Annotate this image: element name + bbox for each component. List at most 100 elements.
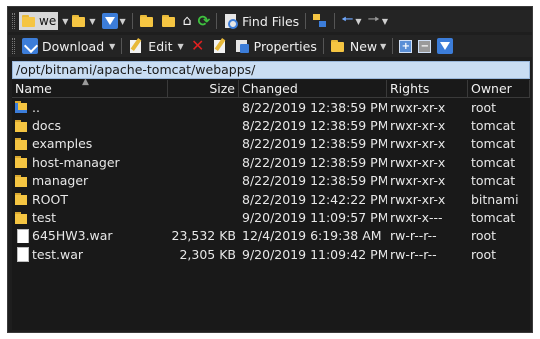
file-owner: root bbox=[471, 228, 497, 244]
root-directory-button[interactable] bbox=[158, 11, 180, 31]
file-name: 645HW3.war bbox=[32, 228, 113, 244]
refresh-button[interactable]: ⟳ bbox=[195, 11, 214, 31]
toolbar-grip[interactable] bbox=[12, 13, 15, 29]
tree-view-button[interactable] bbox=[309, 11, 331, 31]
path-bar[interactable]: /opt/bitnami/apache-tomcat/webapps/ bbox=[12, 61, 530, 79]
file-owner: tomcat bbox=[471, 154, 516, 170]
file-rights: rw-r--r-- bbox=[390, 246, 437, 262]
find-files-button[interactable]: Find Files bbox=[220, 11, 302, 31]
edit-label: Edit bbox=[148, 38, 173, 54]
properties-label: Properties bbox=[253, 38, 317, 54]
file-rights: rwxr-xr-x bbox=[390, 136, 446, 152]
chevron-down-icon: ▼ bbox=[177, 41, 184, 51]
file-name-cell: test bbox=[12, 210, 168, 225]
file-row[interactable]: .. 8/22/2019 12:38:59 PM rwxr-xr-x root bbox=[12, 98, 530, 116]
arrow-right-icon: 🠖 bbox=[367, 12, 380, 28]
file-changed: 8/22/2019 12:38:59 PM bbox=[242, 154, 387, 170]
file-row[interactable]: test 9/20/2019 11:09:57 PM rwxr-x--- tom… bbox=[12, 208, 530, 226]
parent-directory-button[interactable] bbox=[136, 11, 158, 31]
folder-icon bbox=[15, 211, 29, 225]
toolbar-separator bbox=[334, 13, 336, 29]
filter-button[interactable]: ▼ bbox=[99, 11, 129, 31]
download-icon bbox=[22, 38, 38, 54]
folder-icon bbox=[15, 174, 29, 188]
file-row[interactable]: ROOT 8/22/2019 12:42:22 PM rwxr-xr-x bit… bbox=[12, 190, 530, 208]
file-changed: 8/22/2019 12:38:59 PM bbox=[242, 173, 387, 189]
folder-icon bbox=[15, 119, 29, 133]
file-row[interactable]: docs 8/22/2019 12:38:59 PM rwxr-xr-x tom… bbox=[12, 116, 530, 134]
file-owner: root bbox=[471, 246, 497, 262]
file-changed: 9/20/2019 11:09:57 PM bbox=[242, 210, 387, 226]
file-row[interactable]: manager 8/22/2019 12:38:59 PM rwxr-xr-x … bbox=[12, 172, 530, 190]
toolbar-grip[interactable] bbox=[12, 38, 15, 54]
file-changed: 8/22/2019 12:42:22 PM bbox=[242, 191, 387, 207]
file-owner: tomcat bbox=[471, 118, 516, 134]
home-directory-button[interactable]: ⌂ bbox=[180, 11, 195, 31]
properties-icon bbox=[234, 38, 250, 54]
chevron-down-icon: ▼ bbox=[109, 41, 116, 51]
file-name: docs bbox=[32, 118, 61, 134]
file-row[interactable]: host-manager 8/22/2019 12:38:59 PM rwxr-… bbox=[12, 153, 530, 171]
file-row[interactable]: test.war 2,305 KB 9/20/2019 11:09:42 PM … bbox=[12, 245, 530, 263]
edit-icon bbox=[128, 38, 144, 54]
file-row[interactable]: examples 8/22/2019 12:38:59 PM rwxr-xr-x… bbox=[12, 135, 530, 153]
file-name: manager bbox=[32, 173, 89, 189]
file-rights: rwxr-xr-x bbox=[390, 118, 446, 134]
rename-icon bbox=[212, 38, 228, 54]
file-name-cell: docs bbox=[12, 118, 168, 133]
new-label: New bbox=[349, 38, 378, 54]
column-header-rights[interactable]: Rights bbox=[387, 80, 468, 97]
select-files-button[interactable]: + bbox=[396, 36, 415, 56]
drive-selector[interactable]: we bbox=[19, 12, 59, 30]
chevron-down-icon: ▼ bbox=[89, 16, 96, 26]
file-list[interactable]: Name ▲ Size Changed Rights Owner .. 8/22… bbox=[12, 77, 530, 330]
column-header-owner[interactable]: Owner bbox=[468, 80, 530, 97]
column-header-size[interactable]: Size bbox=[168, 80, 239, 97]
file-owner: tomcat bbox=[471, 173, 516, 189]
delete-icon: ✕ bbox=[190, 36, 205, 55]
file-changed: 8/22/2019 12:38:59 PM bbox=[242, 136, 387, 152]
new-button[interactable]: New ▼ bbox=[327, 36, 389, 56]
filter-icon bbox=[101, 13, 118, 29]
arrow-left-icon: 🠔 bbox=[341, 12, 354, 28]
file-rights: rwxr-xr-x bbox=[390, 191, 446, 207]
folder-icon bbox=[15, 155, 29, 169]
toolbar-separator bbox=[305, 13, 307, 29]
column-header-name[interactable]: Name bbox=[12, 80, 168, 97]
file-name-cell: host-manager bbox=[12, 155, 168, 170]
file-owner: root bbox=[471, 99, 497, 115]
download-label: Download bbox=[42, 38, 105, 54]
chevron-down-icon: ▼ bbox=[119, 16, 126, 26]
file-rights: rwxr-xr-x bbox=[390, 173, 446, 189]
root-folder-icon bbox=[161, 13, 177, 29]
file-row[interactable]: 645HW3.war 23,532 KB 12/4/2019 6:19:38 A… bbox=[12, 227, 530, 245]
edit-button[interactable]: Edit ▼ bbox=[125, 36, 186, 56]
filter-files-button[interactable] bbox=[434, 36, 456, 56]
sort-ascending-icon: ▲ bbox=[82, 77, 89, 87]
properties-button[interactable]: Properties bbox=[231, 36, 320, 56]
file-name-cell: 645HW3.war bbox=[12, 228, 168, 244]
file-owner: tomcat bbox=[471, 136, 516, 152]
home-icon: ⌂ bbox=[182, 13, 192, 29]
column-header-changed[interactable]: Changed bbox=[239, 80, 387, 97]
file-name-cell: .. bbox=[12, 100, 168, 115]
download-button[interactable]: Download ▼ bbox=[19, 36, 118, 56]
file-name-cell: ROOT bbox=[12, 192, 168, 207]
file-list-header: Name ▲ Size Changed Rights Owner bbox=[12, 77, 530, 98]
forward-button[interactable]: 🠖 ▼ bbox=[365, 11, 391, 31]
file-rights: rw-r--r-- bbox=[390, 228, 437, 244]
open-directory-button[interactable]: ▼ bbox=[68, 11, 98, 31]
file-rights: rwxr-xr-x bbox=[390, 99, 446, 115]
toolbar-separator bbox=[322, 38, 324, 54]
toolbar-separator bbox=[392, 38, 394, 54]
minus-icon: − bbox=[418, 39, 432, 53]
unselect-files-button[interactable]: − bbox=[415, 36, 434, 56]
delete-button[interactable]: ✕ bbox=[187, 36, 209, 56]
file-actions-toolbar: Download ▼ Edit ▼ ✕ Properties New ▼ + − bbox=[8, 35, 532, 57]
parent-folder-icon bbox=[15, 100, 29, 114]
find-files-icon bbox=[223, 13, 239, 29]
file-name: test.war bbox=[32, 246, 84, 262]
back-button[interactable]: 🠔 ▼ bbox=[338, 11, 364, 31]
file-changed: 12/4/2019 6:19:38 AM bbox=[242, 228, 382, 244]
rename-button[interactable] bbox=[209, 36, 231, 56]
